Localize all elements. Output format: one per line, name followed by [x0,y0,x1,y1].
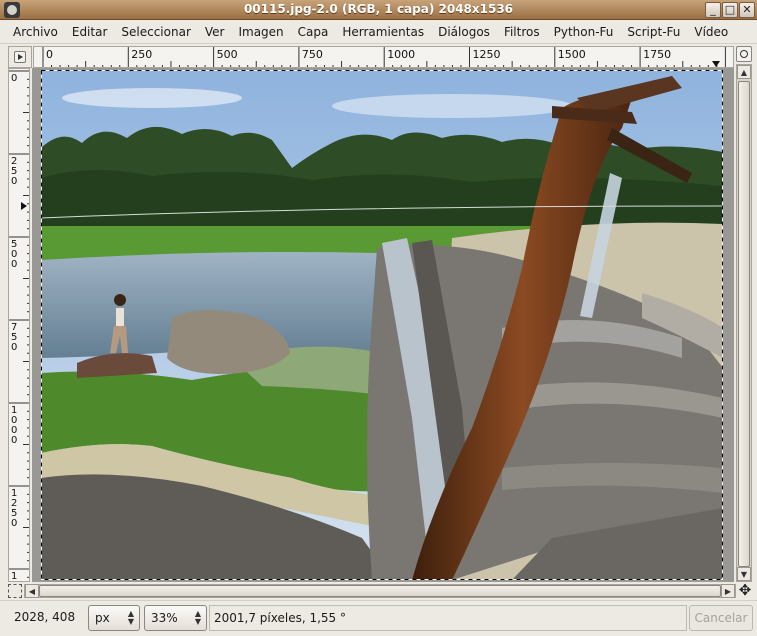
ruler-label: 0 [11,342,17,353]
menu-editar[interactable]: Editar [65,21,115,43]
menu-script-fu[interactable]: Script-Fu [620,21,687,43]
menu-python-fu[interactable]: Python-Fu [547,21,621,43]
horizontal-ruler-ticks: 0 250 500 750 1000 1250 1500 1750 [42,47,726,67]
pointer-marker-icon [712,61,720,67]
scroll-up-arrow-icon[interactable]: ▲ [737,65,751,79]
horizontal-scrollbar[interactable]: ◀ ▶ [24,584,736,598]
ruler-label: 0 [11,518,17,529]
window-title-bar[interactable]: 00115.jpg-2.0 (RGB, 1 capa) 2048x1536 _ … [0,0,757,20]
close-button[interactable]: ✕ [739,2,755,18]
maximize-button[interactable]: □ [722,2,738,18]
vertical-ruler-ticks: 0250500750100012501 [9,70,29,582]
ruler-label: 1500 [558,48,586,61]
menu-archivo[interactable]: Archivo [6,21,65,43]
ruler-label: 0 [11,259,17,270]
menu-herramientas[interactable]: Herramientas [335,21,431,43]
pointer-coordinates: 2028, 408 [14,610,76,624]
pointer-marker-icon [21,202,27,210]
vertical-ruler[interactable]: 0250500750100012501 [8,68,30,582]
ruler-label: 0 [11,73,17,84]
menu-video[interactable]: Vídeo [687,21,735,43]
status-bar: 2028, 408 px ▲ ▼ 33% ▲ ▼ 2001,7 píxeles, 1… [0,600,757,636]
image-menu-button[interactable] [8,46,32,68]
menu-filtros[interactable]: Filtros [497,21,547,43]
vertical-scroll-thumb[interactable] [738,81,750,567]
zoom-selector[interactable]: 33% ▲ ▼ [144,605,207,631]
scroll-left-arrow-icon[interactable]: ◀ [25,584,39,598]
cancel-button[interactable]: Cancelar [689,605,753,631]
zoom-value: 33% [151,611,178,625]
minimize-button[interactable]: _ [705,2,721,18]
menu-capa[interactable]: Capa [291,21,336,43]
ruler-label: 1250 [473,48,501,61]
unit-selector[interactable]: px ▲ ▼ [88,605,140,631]
navigate-move-icon[interactable]: ✥ [737,583,753,599]
ruler-label: 750 [302,48,323,61]
vertical-scrollbar[interactable]: ▲ ▼ [736,64,752,582]
menu-arrow-icon [14,51,26,63]
ruler-label: 0 [11,176,17,187]
ruler-label: 0 [11,435,17,446]
image-canvas[interactable] [32,68,734,582]
menu-imagen[interactable]: Imagen [231,21,290,43]
horizontal-scroll-thumb[interactable] [39,585,721,597]
menu-ver[interactable]: Ver [198,21,232,43]
scroll-down-arrow-icon[interactable]: ▼ [737,567,751,581]
window-title: 00115.jpg-2.0 (RGB, 1 capa) 2048x1536 [243,2,514,16]
ruler-label: 0 [46,48,53,61]
ruler-label: 250 [131,48,152,61]
ruler-label: 1750 [643,48,671,61]
unit-spinner-icon: ▲ ▼ [127,609,135,626]
photo-image [40,70,724,581]
ruler-label: 1000 [387,48,415,61]
scroll-right-arrow-icon[interactable]: ▶ [721,584,735,598]
menu-dialogos[interactable]: Diálogos [431,21,497,43]
status-message: 2001,7 píxeles, 1,55 ° [209,605,687,631]
zoom-spinner-icon: ▲ ▼ [194,609,202,626]
zoom-image-icon[interactable] [736,46,752,62]
unit-value: px [95,611,110,625]
ruler-label: 1 [11,571,17,582]
menu-seleccionar[interactable]: Seleccionar [114,21,197,43]
ruler-label: 500 [217,48,238,61]
menu-bar: Archivo Editar Seleccionar Ver Imagen Ca… [0,20,757,44]
horizontal-ruler[interactable]: 0 250 500 750 1000 1250 1500 1750 [33,46,734,68]
quick-mask-toggle[interactable] [8,584,22,598]
